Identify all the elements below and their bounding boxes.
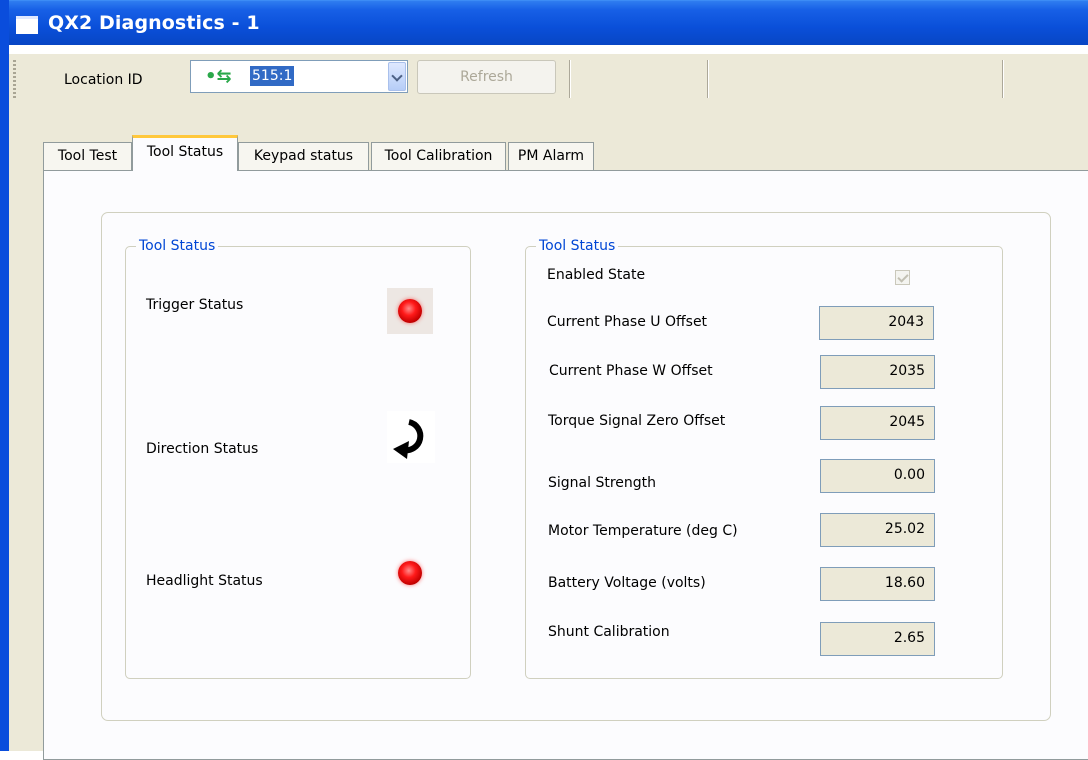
- headlight-led-icon: [387, 550, 433, 596]
- current-phase-u-label: Current Phase U Offset: [547, 314, 708, 330]
- window-border: [0, 0, 9, 751]
- tool-status-group-left: Tool Status Trigger Status Direction Sta…: [125, 237, 471, 679]
- counterclockwise-arrow-icon: [387, 411, 435, 463]
- trigger-led-icon: [387, 288, 433, 334]
- location-id-dropdown[interactable]: •⇆ 515:1: [190, 60, 408, 93]
- direction-status-label: Direction Status: [146, 441, 259, 457]
- torque-zero-offset-label: Torque Signal Zero Offset: [548, 413, 726, 429]
- tool-status-panel: Tool Status Trigger Status Direction Sta…: [43, 170, 1088, 760]
- toolbar-separator: [1002, 60, 1004, 98]
- client-area: Tool Test Tool Status Keypad status Tool…: [9, 104, 1088, 760]
- battery-voltage-label: Battery Voltage (volts): [548, 575, 706, 591]
- motor-temperature-field: 25.02: [820, 513, 935, 547]
- toolbar-separator: [707, 60, 709, 98]
- current-phase-w-label: Current Phase W Offset: [549, 363, 713, 379]
- tab-tool-status[interactable]: Tool Status: [132, 135, 238, 171]
- location-id-value: 515:1: [248, 65, 296, 87]
- shunt-calibration-field: 2.65: [820, 622, 935, 656]
- signal-strength-label: Signal Strength: [548, 475, 657, 491]
- tab-tool-test[interactable]: Tool Test: [43, 142, 132, 170]
- enabled-state-checkbox[interactable]: [895, 270, 910, 285]
- tab-pm-alarm[interactable]: PM Alarm: [508, 142, 594, 170]
- chevron-down-icon[interactable]: [388, 62, 406, 91]
- trigger-status-label: Trigger Status: [146, 297, 244, 313]
- window-title: QX2 Diagnostics - 1: [48, 12, 260, 34]
- tool-status-group-right: Tool Status Enabled State Current Phase …: [525, 237, 1003, 679]
- refresh-button[interactable]: Refresh: [417, 60, 556, 94]
- tab-tool-calibration[interactable]: Tool Calibration: [371, 142, 506, 170]
- usb-icon: •⇆: [205, 66, 232, 87]
- status-frame: Tool Status Trigger Status Direction Sta…: [101, 212, 1051, 721]
- current-phase-u-field: 2043: [819, 306, 934, 340]
- tab-keypad-status[interactable]: Keypad status: [238, 142, 369, 170]
- toolbar-grip[interactable]: [13, 60, 16, 98]
- window-icon: [16, 16, 38, 34]
- shunt-calibration-label: Shunt Calibration: [548, 624, 670, 640]
- headlight-status-label: Headlight Status: [146, 573, 263, 589]
- battery-voltage-field: 18.60: [820, 567, 935, 601]
- signal-strength-field: 0.00: [820, 459, 935, 493]
- group-title: Tool Status: [136, 237, 219, 255]
- title-bar[interactable]: QX2 Diagnostics - 1: [0, 0, 1088, 45]
- toolbar: Location ID •⇆ 515:1 Refresh: [9, 53, 1088, 105]
- location-id-label: Location ID: [64, 72, 143, 88]
- current-phase-w-field: 2035: [820, 355, 935, 389]
- torque-zero-offset-field: 2045: [820, 406, 935, 440]
- enabled-state-label: Enabled State: [547, 267, 646, 283]
- motor-temperature-label: Motor Temperature (deg C): [548, 523, 738, 539]
- group-title: Tool Status: [536, 237, 619, 255]
- toolbar-separator: [569, 60, 571, 98]
